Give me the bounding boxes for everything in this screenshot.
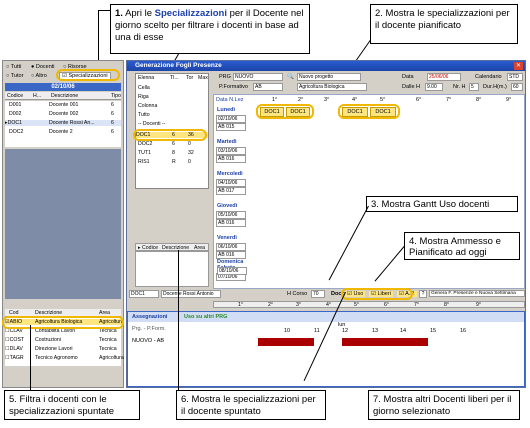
- res-item[interactable]: Colonna: [138, 103, 157, 109]
- callout-4: 4. Mostra Ammesso e Pianificato ad oggi: [404, 232, 520, 260]
- bottom-spec-list: [135, 251, 209, 287]
- hcorso-field[interactable]: 70: [311, 290, 325, 298]
- pform-field[interactable]: AB: [253, 83, 283, 91]
- date-band: 02/10/06: [5, 83, 121, 91]
- highlight-checks: [341, 288, 413, 300]
- dalle-field[interactable]: 9.00: [425, 83, 443, 91]
- close-icon[interactable]: ✕: [514, 62, 523, 70]
- radio-docenti[interactable]: ● Docenti: [31, 64, 55, 70]
- data-field[interactable]: 25/06/06: [427, 73, 461, 81]
- radio-tutti[interactable]: ○ Tutti: [6, 64, 21, 70]
- callout-7: 7. Mostra altri Docenti liberi per il gi…: [368, 390, 520, 420]
- connector-6: [178, 250, 179, 390]
- connector-1: [98, 10, 99, 62]
- help-button[interactable]: ?: [419, 290, 427, 298]
- res-row[interactable]: TUT1: [138, 150, 151, 156]
- selected-code: DOC1: [129, 290, 159, 298]
- calendar-field[interactable]: STD: [507, 73, 523, 81]
- spec-row[interactable]: ☐TAGR: [5, 355, 24, 361]
- table-row[interactable]: DOC2: [9, 129, 23, 135]
- res-item[interactable]: Tutto: [138, 112, 150, 118]
- highlight-spec: [56, 69, 120, 81]
- new-project-field[interactable]: Nuovo progetto: [297, 73, 361, 81]
- callout-6: 6. Mostra le specializzazioni per il doc…: [176, 390, 326, 420]
- nh-field[interactable]: 5: [469, 83, 479, 91]
- highlight-lessons-a: [256, 104, 314, 119]
- connector-1b: [98, 10, 110, 11]
- spec-row[interactable]: ☐COST: [5, 337, 24, 343]
- gantt-bar[interactable]: [342, 338, 428, 346]
- highlight-spec-row: [2, 316, 124, 329]
- gantt-bar[interactable]: [258, 338, 314, 346]
- bottom-spec-header: ▸ Codice Descrizione Area: [135, 243, 209, 251]
- highlight-res: [133, 129, 207, 141]
- hour-ruler: 1° 2° 3° 4° 5° 6° 7° 8° 9°: [213, 301, 525, 308]
- durh-field[interactable]: 60: [511, 83, 523, 91]
- generate-button[interactable]: Genera F. Presenze e Nuova Settimana: [429, 290, 525, 297]
- callout-2: 2. Mostra le specializzazioni per il doc…: [370, 4, 518, 44]
- main-window: Generazione Fogli Presenze ✕ Elenna Tl..…: [126, 60, 526, 388]
- radio-tutor[interactable]: ○ Tutor: [6, 73, 23, 79]
- prg-field[interactable]: NUOVO: [233, 73, 283, 81]
- day-label: Lunedì: [217, 107, 236, 113]
- callout-1: 1. Apri le Specializzazioni per il Docen…: [110, 4, 310, 54]
- selected-name: Docente Rossi Antonio: [161, 290, 221, 298]
- gantt-panel: Assegnazioni Uso su altri PRG Prg. - P.F…: [127, 311, 525, 387]
- window-title: Generazione Fogli Presenze: [127, 61, 525, 71]
- spec-row[interactable]: ☐DLAV: [5, 346, 23, 352]
- table-row[interactable]: D002: [9, 111, 21, 117]
- res-item[interactable]: Riga: [138, 94, 149, 100]
- highlight-lessons-b: [338, 104, 400, 119]
- callout-5: 5. Filtra i docenti con le specializzazi…: [4, 390, 140, 420]
- res-row[interactable]: RIS1: [138, 159, 150, 165]
- res-item[interactable]: Cella: [138, 85, 150, 91]
- doc-table: D001 Docente 001 6 D002 Docente 002 6 ▸D…: [5, 101, 121, 147]
- doc-table-empty: [5, 149, 121, 299]
- callout-3: 3. Mostra Gantt Uso docenti: [366, 196, 518, 212]
- table-row[interactable]: D001: [9, 102, 21, 108]
- doc-header: Codice H... Descrizione Tipo: [5, 92, 121, 100]
- connector-5: [30, 325, 31, 390]
- left-panel: ○ Tutti ● Docenti ○ Risorse ○ Tutor ○ Al…: [2, 60, 124, 388]
- radio-altro[interactable]: ○ Altro: [31, 73, 47, 79]
- res-row[interactable]: DOC2: [138, 141, 152, 147]
- search-icon[interactable]: 🔍: [287, 74, 294, 80]
- pform-desc: Agricoltura Biologica: [297, 83, 367, 91]
